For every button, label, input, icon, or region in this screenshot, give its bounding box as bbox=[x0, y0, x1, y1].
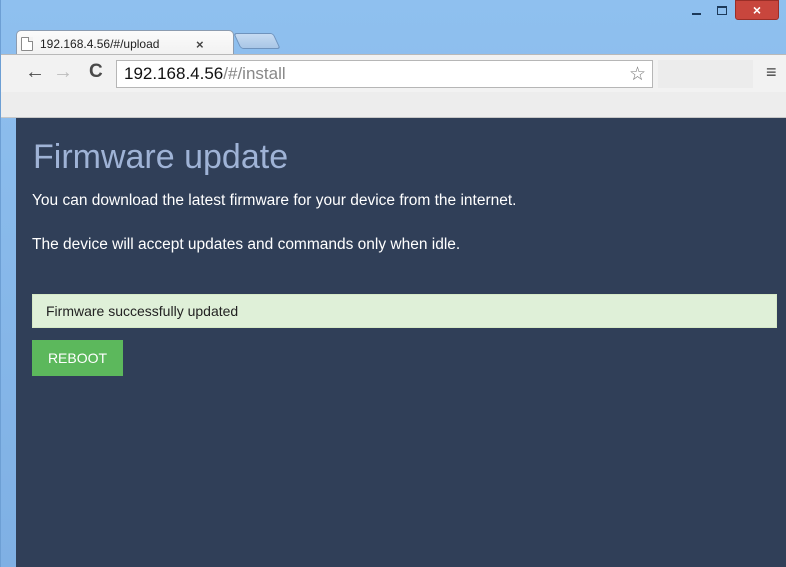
minimize-icon bbox=[691, 13, 701, 15]
back-arrow-icon[interactable]: ← bbox=[25, 61, 45, 84]
close-window-button[interactable]: × bbox=[735, 0, 779, 20]
download-info-text: You can download the latest firmware for… bbox=[32, 192, 517, 209]
tab-close-icon[interactable]: × bbox=[196, 37, 204, 52]
bookmark-star-icon[interactable]: ☆ bbox=[629, 63, 646, 86]
reboot-button[interactable]: REBOOT bbox=[32, 340, 123, 376]
tab-content[interactable]: 192.168.4.56/#/upload × bbox=[19, 33, 219, 55]
success-alert: Firmware successfully updated bbox=[32, 294, 777, 328]
url-host: 192.168.4.56 bbox=[124, 64, 224, 83]
window-controls: × bbox=[683, 0, 779, 22]
tab-title[interactable]: 192.168.4.56/#/upload bbox=[40, 37, 190, 51]
page-title: Firmware update bbox=[33, 138, 289, 176]
bookmarks-bar bbox=[1, 92, 786, 118]
tab-strip: 192.168.4.56/#/upload × × bbox=[1, 0, 786, 56]
menu-icon[interactable]: ≡ bbox=[766, 62, 777, 83]
forward-arrow-icon[interactable]: → bbox=[53, 61, 73, 84]
maximize-button[interactable] bbox=[709, 0, 735, 20]
url-path: /#/install bbox=[223, 64, 286, 83]
reload-icon[interactable]: C bbox=[89, 61, 103, 83]
browser-window: 192.168.4.56/#/upload × × ← → C 192.168.… bbox=[0, 0, 786, 567]
extension-area bbox=[658, 60, 753, 88]
page-icon bbox=[21, 37, 33, 51]
minimize-button[interactable] bbox=[683, 0, 709, 20]
page-content: Firmware update You can download the lat… bbox=[16, 118, 786, 567]
maximize-icon bbox=[717, 5, 727, 15]
idle-info-text: The device will accept updates and comma… bbox=[32, 236, 461, 253]
address-bar[interactable]: 192.168.4.56/#/install ☆ bbox=[116, 60, 653, 88]
new-tab-button[interactable] bbox=[233, 33, 281, 49]
browser-toolbar: ← → C 192.168.4.56/#/install ☆ ≡ bbox=[1, 54, 786, 92]
